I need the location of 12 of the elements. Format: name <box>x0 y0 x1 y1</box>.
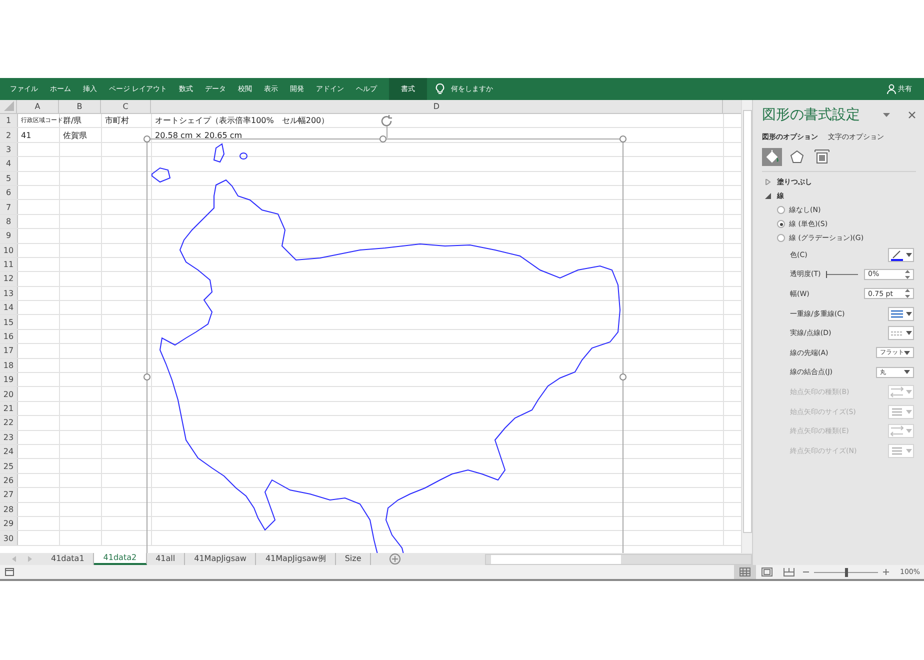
table-cell: 41 <box>21 130 32 140</box>
column-header[interactable]: D <box>433 102 440 111</box>
table-cell: 佐賀県 <box>63 130 87 141</box>
table-cell: 20.58 cm × 20.65 cm <box>155 130 242 140</box>
column-header[interactable]: A <box>34 102 40 111</box>
table-cell: 市町村 <box>105 115 129 126</box>
column-header[interactable]: C <box>122 102 128 111</box>
sheet-tab[interactable]: 41data2 <box>94 553 147 565</box>
panel-title: 図形の書式設定 <box>762 106 861 124</box>
table-cell: オートシェイプ（表示倍率100% セル幅200） <box>155 115 330 126</box>
column-header[interactable]: B <box>76 102 82 111</box>
table-cell: 群/県 <box>63 115 82 126</box>
